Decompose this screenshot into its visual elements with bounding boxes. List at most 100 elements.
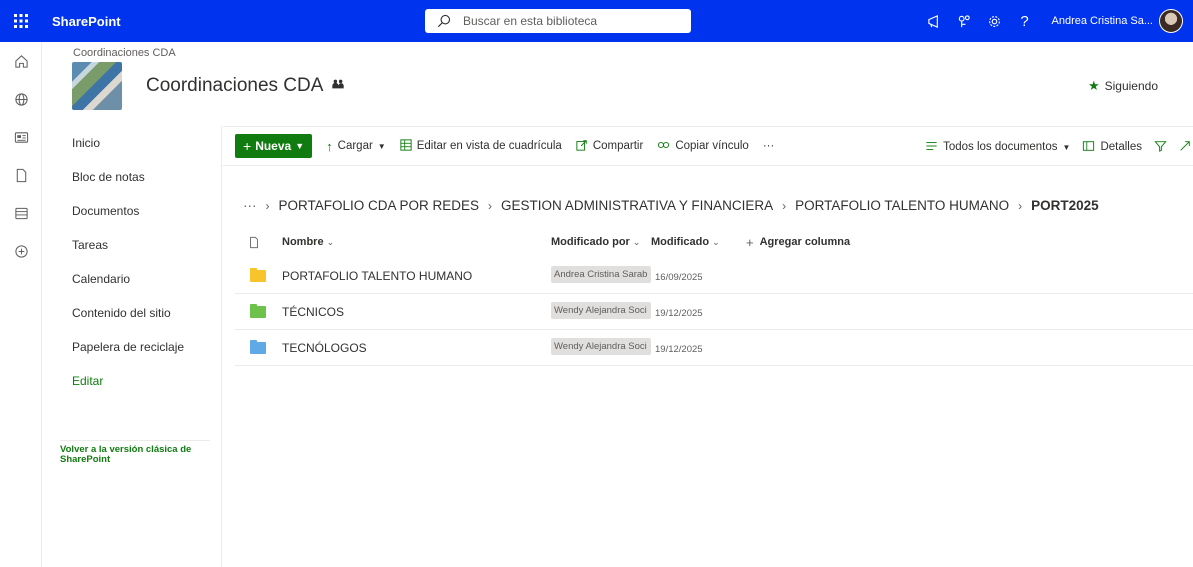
expand-icon bbox=[1179, 140, 1191, 155]
row-modified: 19/12/2025 bbox=[655, 307, 703, 319]
view-list-icon bbox=[925, 140, 938, 155]
site-navigation: Inicio Bloc de notas Documentos Tareas C… bbox=[42, 126, 222, 567]
breadcrumb-overflow[interactable]: ··· bbox=[243, 198, 257, 213]
more-commands-button[interactable]: ··· bbox=[763, 140, 775, 152]
row-name[interactable]: TECNÓLOGOS bbox=[282, 341, 551, 355]
nav-item-calendario[interactable]: Calendario bbox=[42, 262, 221, 296]
file-icon[interactable] bbox=[0, 156, 42, 194]
column-name[interactable]: Nombre ⌄ bbox=[282, 236, 551, 248]
upload-label: Cargar bbox=[337, 140, 373, 152]
copy-link-button[interactable]: Copiar vínculo bbox=[657, 139, 749, 154]
folder-icon bbox=[250, 303, 266, 318]
nav-edit-link[interactable]: Editar bbox=[42, 364, 221, 398]
globe-icon[interactable] bbox=[0, 80, 42, 118]
avatar[interactable] bbox=[1159, 9, 1183, 33]
search-placeholder: Buscar en esta biblioteca bbox=[463, 14, 598, 28]
expand-button[interactable] bbox=[1179, 140, 1191, 155]
filter-icon bbox=[1154, 140, 1167, 155]
grid-edit-button[interactable]: Editar en vista de cuadrícula bbox=[400, 138, 562, 154]
chevron-right-icon: › bbox=[1018, 198, 1023, 213]
column-modified-by[interactable]: Modificado por ⌄ bbox=[551, 236, 651, 248]
row-modified: 16/09/2025 bbox=[655, 271, 703, 283]
new-button-label: Nueva bbox=[255, 139, 292, 153]
folder-icon bbox=[250, 339, 266, 354]
site-logo[interactable] bbox=[72, 62, 122, 110]
nav-item-papelera[interactable]: Papelera de reciclaje bbox=[42, 330, 221, 364]
grid-edit-label: Editar en vista de cuadrícula bbox=[416, 140, 562, 152]
breadcrumb-current: PORT2025 bbox=[1031, 198, 1099, 213]
share-network-icon[interactable] bbox=[950, 0, 980, 42]
group-icon[interactable] bbox=[331, 75, 345, 97]
grid-icon bbox=[400, 138, 412, 154]
breadcrumb-item[interactable]: PORTAFOLIO CDA POR REDES bbox=[279, 198, 480, 213]
chevron-down-icon: ▼ bbox=[295, 141, 305, 151]
table-row[interactable]: TÉCNICOS Wendy Alejandra Soci 19/12/2025 bbox=[235, 294, 1193, 330]
lists-icon[interactable] bbox=[0, 194, 42, 232]
chevron-down-icon: ⌄ bbox=[632, 237, 641, 247]
chevron-down-icon: ⌄ bbox=[712, 237, 720, 247]
column-name-label: Nombre bbox=[282, 236, 324, 248]
classic-view-link[interactable]: Volver a la versión clásica de SharePoin… bbox=[60, 440, 210, 465]
help-icon[interactable]: ? bbox=[1010, 0, 1040, 42]
column-modified-label: Modificado bbox=[651, 236, 710, 248]
app-rail bbox=[0, 42, 42, 567]
app-launcher-icon[interactable] bbox=[0, 0, 42, 42]
chevron-down-icon: ▼ bbox=[1062, 142, 1071, 152]
file-type-column[interactable] bbox=[235, 236, 282, 249]
details-label: Detalles bbox=[1100, 141, 1142, 153]
share-label: Compartir bbox=[592, 140, 644, 152]
site-title-wrap: Coordinaciones CDA bbox=[146, 75, 345, 97]
row-name[interactable]: TÉCNICOS bbox=[282, 305, 551, 319]
nav-item-bloc-de-notas[interactable]: Bloc de notas bbox=[42, 160, 221, 194]
chevron-right-icon: › bbox=[265, 198, 270, 213]
plus-icon: + bbox=[243, 138, 252, 154]
row-modified-by[interactable]: Wendy Alejandra Soci bbox=[551, 301, 651, 319]
document-list: Nombre ⌄ Modificado por ⌄ Modificado ⌄ +… bbox=[235, 226, 1193, 366]
new-button[interactable]: + Nueva ▼ bbox=[235, 134, 313, 158]
view-selector[interactable]: Todos los documentos ▼ bbox=[925, 140, 1070, 155]
list-header: Nombre ⌄ Modificado por ⌄ Modificado ⌄ +… bbox=[235, 226, 1193, 258]
add-column-label: Agregar columna bbox=[759, 236, 851, 248]
breadcrumb-item[interactable]: GESTION ADMINISTRATIVA Y FINANCIERA bbox=[501, 198, 773, 213]
megaphone-icon[interactable] bbox=[920, 0, 950, 42]
table-row[interactable]: PORTAFOLIO TALENTO HUMANO Andrea Cristin… bbox=[235, 258, 1193, 294]
info-pane-icon bbox=[1082, 140, 1095, 155]
filter-button[interactable] bbox=[1154, 140, 1167, 155]
site-breadcrumb[interactable]: Coordinaciones CDA bbox=[73, 47, 176, 59]
breadcrumb-item[interactable]: PORTAFOLIO TALENTO HUMANO bbox=[795, 198, 1009, 213]
upload-icon: ↑ bbox=[326, 138, 333, 154]
app-name[interactable]: SharePoint bbox=[52, 14, 121, 29]
row-modified-by[interactable]: Wendy Alejandra Soci bbox=[551, 337, 651, 355]
add-circle-icon[interactable] bbox=[0, 232, 42, 270]
star-icon: ★ bbox=[1087, 78, 1100, 93]
upload-button[interactable]: ↑ Cargar ▼ bbox=[326, 139, 386, 154]
nav-item-tareas[interactable]: Tareas bbox=[42, 228, 221, 262]
nav-item-inicio[interactable]: Inicio bbox=[42, 126, 221, 160]
nav-item-documentos[interactable]: Documentos bbox=[42, 194, 221, 228]
column-modified[interactable]: Modificado ⌄ bbox=[651, 236, 746, 248]
table-row[interactable]: TECNÓLOGOS Wendy Alejandra Soci 19/12/20… bbox=[235, 330, 1193, 366]
chevron-right-icon: › bbox=[488, 198, 493, 213]
gear-icon[interactable] bbox=[980, 0, 1010, 42]
chevron-down-icon: ▼ bbox=[377, 141, 386, 151]
command-bar: + Nueva ▼ ↑ Cargar ▼ Editar en vista de … bbox=[223, 126, 1193, 166]
add-column-button[interactable]: + Agregar columna bbox=[746, 235, 850, 250]
share-icon bbox=[576, 139, 588, 154]
file-type-icon bbox=[250, 236, 258, 248]
search-box[interactable]: Buscar en esta biblioteca bbox=[425, 9, 691, 33]
view-label: Todos los documentos bbox=[943, 141, 1058, 153]
home-icon[interactable] bbox=[0, 42, 42, 80]
copy-link-label: Copiar vínculo bbox=[675, 140, 749, 152]
folder-icon bbox=[250, 267, 266, 282]
details-button[interactable]: Detalles bbox=[1082, 140, 1142, 155]
site-title[interactable]: Coordinaciones CDA bbox=[146, 75, 323, 97]
news-icon[interactable] bbox=[0, 118, 42, 156]
share-button[interactable]: Compartir bbox=[576, 139, 643, 154]
row-modified-by[interactable]: Andrea Cristina Sarab bbox=[551, 265, 651, 283]
row-name[interactable]: PORTAFOLIO TALENTO HUMANO bbox=[282, 269, 551, 283]
user-name[interactable]: Andrea Cristina Sa... bbox=[1052, 15, 1154, 27]
search-icon bbox=[437, 13, 453, 29]
follow-button[interactable]: ★ Siguiendo bbox=[1088, 78, 1158, 94]
nav-item-contenido[interactable]: Contenido del sitio bbox=[42, 296, 221, 330]
row-modified: 19/12/2025 bbox=[655, 343, 703, 355]
